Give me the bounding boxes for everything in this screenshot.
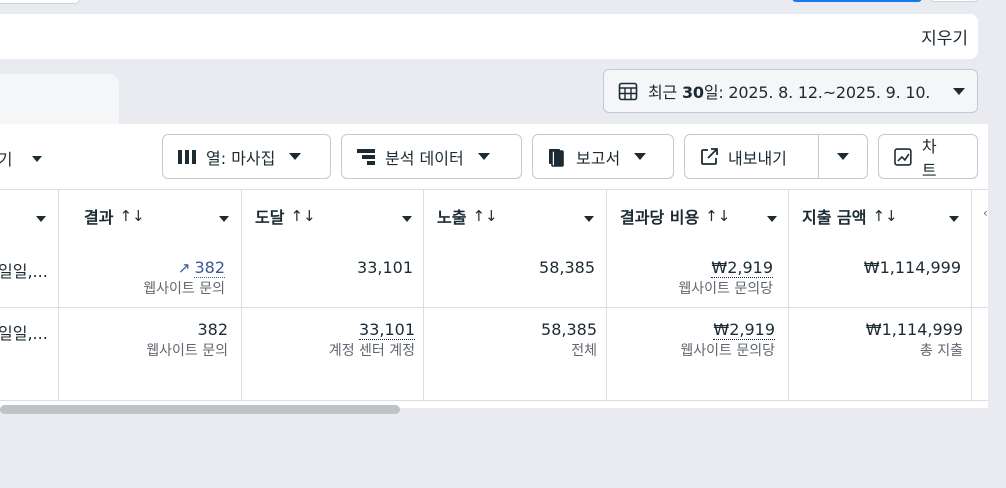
sort-icon[interactable]: ↑↓ — [705, 207, 730, 225]
table-cell-impressions: 58,385 전체 — [541, 320, 597, 359]
column-header-amount-spent[interactable]: 지출 금액 ↑↓ — [802, 204, 898, 228]
row-divider — [0, 400, 988, 401]
sort-icon[interactable]: ↑↓ — [872, 207, 897, 225]
page-gutter — [988, 124, 1006, 488]
row-divider — [0, 307, 988, 308]
column-divider — [606, 190, 607, 401]
column-header-reach[interactable]: 도달 ↑↓ — [255, 204, 316, 228]
horizontal-scrollbar[interactable] — [0, 405, 400, 414]
column-divider — [788, 190, 789, 401]
top-right-button-partial[interactable] — [930, 0, 978, 2]
breakdown-icon — [357, 148, 375, 165]
row-name-partial[interactable]: 일일,... — [0, 258, 48, 282]
export-icon — [701, 147, 718, 165]
column-menu-chevron-icon[interactable] — [949, 216, 959, 222]
column-menu-chevron-icon[interactable] — [36, 216, 46, 222]
chart-button[interactable]: 차트 — [878, 134, 978, 180]
column-menu-chevron-icon[interactable] — [402, 216, 412, 222]
column-menu-chevron-icon[interactable] — [584, 216, 594, 222]
column-header-impressions[interactable]: 노출 ↑↓ — [437, 204, 498, 228]
table-cell-reach: 33,101 — [357, 258, 413, 277]
table-cell-cost-per-result[interactable]: ₩2,919 웹사이트 문의당 — [608, 320, 775, 362]
next-column-header-partial: ‹ — [983, 206, 988, 220]
top-button-partial[interactable] — [0, 0, 80, 4]
chevron-down-icon — [953, 87, 965, 95]
chart-icon — [894, 147, 912, 166]
column-divider — [423, 190, 424, 401]
date-range-button[interactable]: 최근 30일: 2025. 8. 12.~2025. 9. 10. — [603, 69, 978, 113]
column-divider — [971, 190, 972, 401]
calendar-icon — [618, 82, 638, 101]
reports-button[interactable]: 보고서 — [532, 134, 674, 179]
sort-icon[interactable]: ↑↓ — [472, 207, 497, 225]
columns-label: 열: 마사집 — [206, 148, 276, 168]
reports-label: 보고서 — [576, 148, 621, 168]
date-range-label: 최근 30일: 2025. 8. 12.~2025. 9. 10. — [648, 83, 931, 102]
chevron-down-icon — [477, 153, 490, 160]
sort-icon[interactable]: ↑↓ — [119, 207, 144, 225]
table-cell-reach[interactable]: 33,101 계정 센터 계정 — [243, 320, 415, 362]
table-cell-amount-spent: ₩1,114,999 — [863, 258, 961, 277]
table-cell-impressions: 58,385 — [539, 258, 595, 277]
column-divider — [241, 190, 242, 401]
chevron-down-icon — [289, 153, 302, 160]
table-cell-amount-spent: ₩1,114,999 총 지출 — [865, 320, 963, 359]
view-dropdown-partial[interactable]: 보기 — [0, 146, 42, 170]
reports-icon — [549, 148, 564, 167]
clear-button[interactable]: 지우기 — [921, 24, 968, 49]
columns-icon — [178, 149, 196, 164]
export-options-chevron-icon[interactable] — [837, 153, 849, 160]
chevron-down-icon — [634, 153, 647, 160]
table-cell-results[interactable]: ↗ 382 웹사이트 문의 — [60, 258, 225, 300]
split-divider — [818, 135, 819, 178]
export-label: 내보내기 — [728, 148, 787, 168]
table-top-border — [0, 189, 988, 190]
breakdown-label: 분석 데이터 — [385, 148, 464, 168]
trend-up-icon: ↗ — [177, 259, 191, 277]
column-header-cost-per-result[interactable]: 결과당 비용 ↑↓ — [620, 204, 730, 228]
chevron-down-icon — [31, 156, 42, 162]
column-divider — [58, 190, 59, 401]
primary-button-partial[interactable] — [792, 0, 922, 2]
search-filter-bar[interactable]: 지우기 — [0, 14, 978, 59]
chart-label: 차트 — [921, 136, 937, 180]
column-header-results[interactable]: 결과 ↑↓ — [84, 204, 145, 228]
columns-button[interactable]: 열: 마사집 — [162, 134, 331, 179]
row-name-partial[interactable]: 일일,... — [0, 320, 48, 344]
breakdown-button[interactable]: 분석 데이터 — [341, 134, 522, 179]
column-menu-chevron-icon[interactable] — [219, 216, 229, 222]
column-menu-chevron-icon[interactable] — [767, 216, 777, 222]
table-cell-results: 382 웹사이트 문의 — [146, 320, 228, 359]
sort-icon[interactable]: ↑↓ — [290, 207, 315, 225]
table-cell-cost-per-result[interactable]: ₩2,919 웹사이트 문의당 — [608, 258, 773, 300]
